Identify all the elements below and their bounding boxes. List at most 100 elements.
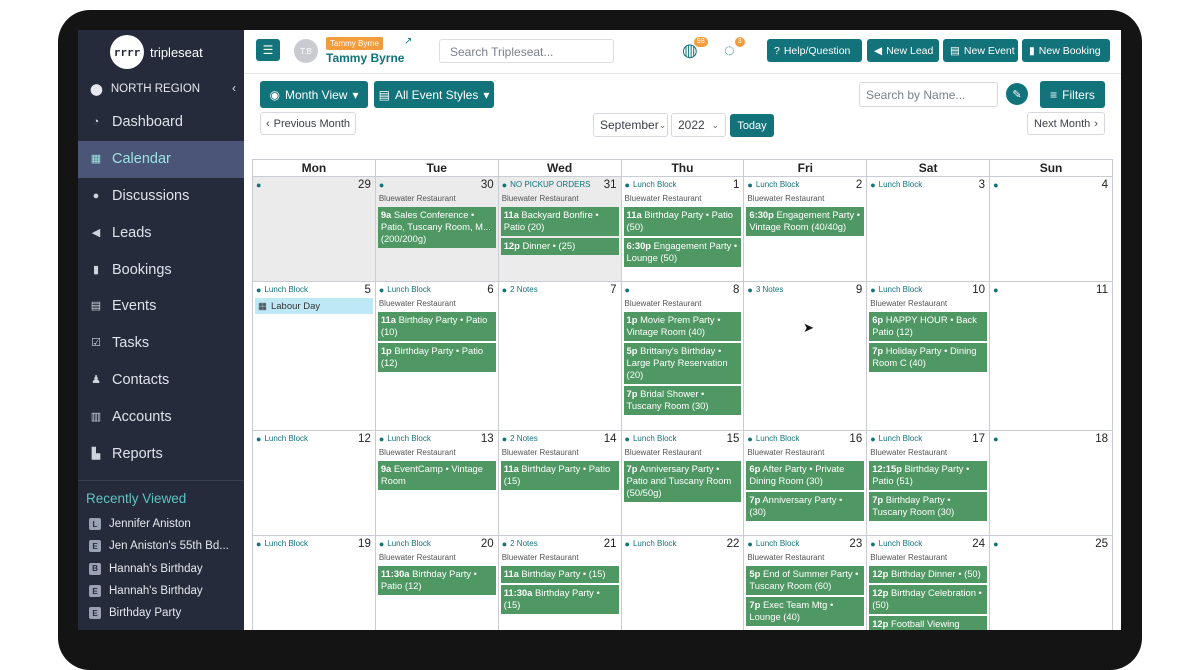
day-number[interactable]: 13 xyxy=(481,433,494,445)
sidebar-item-bookings[interactable]: ▮ Bookings xyxy=(78,251,244,288)
day-number[interactable]: 24 xyxy=(972,538,985,550)
day-note-link[interactable]: 2 Notes xyxy=(510,285,538,294)
sidebar-item-calendar[interactable]: ▦ Calendar xyxy=(78,140,244,178)
day-number[interactable]: 25 xyxy=(1095,538,1108,550)
day-note-link[interactable]: Lunch Block xyxy=(633,539,677,548)
event-card[interactable]: 12p Birthday Dinner • (50) xyxy=(869,566,988,583)
day-number[interactable]: 5 xyxy=(364,284,370,296)
calendar-day[interactable]: ● Lunch Block 16 Bluewater Restaurant 6p Aft… xyxy=(743,430,868,536)
help-button[interactable]: ? Help/Question xyxy=(767,39,862,62)
new-event-button[interactable]: ▤ New Event xyxy=(943,39,1018,62)
event-card[interactable]: 11:30a Birthday Party • Patio (12) xyxy=(377,566,496,595)
day-number[interactable]: 22 xyxy=(727,538,740,550)
day-number[interactable]: 19 xyxy=(358,538,371,550)
event-card[interactable]: 11a Backyard Bonfire • Patio (20) xyxy=(500,207,619,236)
sidebar-item-dashboard[interactable]: ◔ Dashboard xyxy=(78,104,244,141)
day-number[interactable]: 9 xyxy=(856,284,862,296)
event-card[interactable]: 11a Birthday Party • Patio (50) xyxy=(623,207,742,236)
day-number[interactable]: 7 xyxy=(610,284,616,296)
day-note-link[interactable]: Lunch Block xyxy=(264,539,308,548)
event-card[interactable]: 7p Bridal Shower • Tuscany Room (30) xyxy=(623,386,742,415)
avatar[interactable]: T.B xyxy=(294,39,318,63)
recent-item[interactable]: B Hannah's Birthday xyxy=(78,558,244,580)
sidebar-item-leads[interactable]: ◀ Leads xyxy=(78,214,244,251)
event-card[interactable]: 6p After Party • Private Dining Room (30… xyxy=(746,461,865,490)
day-note-link[interactable]: Lunch Block xyxy=(387,434,431,443)
event-card[interactable]: 1p Movie Prem Party • Vintage Room (40) xyxy=(623,312,742,341)
day-number[interactable]: 15 xyxy=(727,433,740,445)
event-styles-dropdown[interactable]: ▤ All Event Styles ▾ xyxy=(374,81,494,108)
calendar-day[interactable]: ● 8 Bluewater Restaurant 1p Movie Prem Part… xyxy=(620,281,745,431)
day-note-link[interactable]: Lunch Block xyxy=(879,285,923,294)
filters-button[interactable]: ≡ Filters xyxy=(1040,81,1105,108)
day-number[interactable]: 6 xyxy=(487,284,493,296)
day-number[interactable]: 16 xyxy=(849,433,862,445)
day-number[interactable]: 31 xyxy=(604,179,617,191)
note-bubble-icon[interactable]: ● xyxy=(379,180,384,190)
calendar-day[interactable]: ● 4 xyxy=(989,176,1113,282)
day-note-link[interactable]: Lunch Block xyxy=(756,434,800,443)
note-bubble-icon[interactable]: ● xyxy=(379,285,384,295)
note-bubble-icon[interactable]: ● xyxy=(379,539,384,549)
pencil-edit-icon[interactable]: ✎ xyxy=(1006,83,1028,105)
new-lead-button[interactable]: ◀ New Lead xyxy=(867,39,939,62)
event-card[interactable]: 5p End of Summer Party • Tuscany Room (6… xyxy=(746,566,865,595)
day-note-link[interactable]: Lunch Block xyxy=(756,539,800,548)
new-booking-button[interactable]: ▮ New Booking xyxy=(1022,39,1110,62)
day-number[interactable]: 21 xyxy=(604,538,617,550)
event-card[interactable]: 12:15p Birthday Party • Patio (51) xyxy=(869,461,988,490)
recent-item[interactable]: L Jennifer Aniston xyxy=(78,513,244,535)
note-bubble-icon[interactable]: ● xyxy=(625,434,630,444)
note-bubble-icon[interactable]: ● xyxy=(993,285,998,295)
globe-notifications-icon[interactable]: ◍ 98 xyxy=(682,37,708,61)
calendar-day[interactable]: ● Lunch Block 6 Bluewater Restaurant 11a Bir… xyxy=(374,281,499,431)
day-note-link[interactable]: Lunch Block xyxy=(633,434,677,443)
calendar-day[interactable]: ● Lunch Block 20 Bluewater Restaurant 11:30a… xyxy=(374,535,499,630)
calendar-day[interactable]: ● Lunch Block 17 Bluewater Restaurant 12:15p… xyxy=(866,430,991,536)
note-bubble-icon[interactable]: ● xyxy=(256,434,261,444)
event-card[interactable]: 6p HAPPY HOUR • Back Patio (12) xyxy=(869,312,988,341)
note-bubble-icon[interactable]: ● xyxy=(870,539,875,549)
day-note-link[interactable]: 3 Notes xyxy=(756,285,784,294)
day-note-link[interactable]: 2 Notes xyxy=(510,539,538,548)
day-note-link[interactable]: Lunch Block xyxy=(756,180,800,189)
global-search-input[interactable]: Search Tripleseat... xyxy=(439,39,614,63)
calendar-day[interactable]: ● 25 xyxy=(989,535,1113,630)
calendar-day[interactable]: ● 3 Notes 9 xyxy=(743,281,868,431)
day-note-link[interactable]: Lunch Block xyxy=(879,539,923,548)
note-bubble-icon[interactable]: ● xyxy=(747,434,752,444)
region-selector[interactable]: ⬤ NORTH REGION ‹ xyxy=(78,74,244,104)
event-card[interactable]: 9a EventCamp • Vintage Room xyxy=(377,461,496,490)
chevron-left-icon[interactable]: ‹ xyxy=(232,83,236,95)
day-note-link[interactable]: Lunch Block xyxy=(264,434,308,443)
calendar-day[interactable]: ● 2 Notes 7 xyxy=(497,281,622,431)
event-card[interactable]: 7p Exec Team Mtg • Lounge (40) xyxy=(746,597,865,626)
user-badge[interactable]: Tammy Byrne xyxy=(326,37,383,50)
day-note-link[interactable]: NO PICKUP ORDERS xyxy=(510,180,590,189)
calendar-day[interactable]: ● Lunch Block 2 Bluewater Restaurant 6:30p E… xyxy=(743,176,868,282)
event-card[interactable]: 12p Birthday Celebration • (50) xyxy=(869,585,988,614)
calendar-day[interactable]: ● 18 xyxy=(989,430,1113,536)
day-note-link[interactable]: Lunch Block xyxy=(633,180,677,189)
calendar-day[interactable]: ● NO PICKUP ORDERS 31 Bluewater Restaurant 1… xyxy=(497,176,622,282)
month-select[interactable]: September ⌄ xyxy=(593,113,668,137)
note-bubble-icon[interactable]: ● xyxy=(870,180,875,190)
sidebar-item-contacts[interactable]: ♟ Contacts xyxy=(78,362,244,399)
calendar-day[interactable]: ● Lunch Block 1 Bluewater Restaurant 11a Bir… xyxy=(620,176,745,282)
note-bubble-icon[interactable]: ● xyxy=(870,285,875,295)
event-card[interactable]: 7p Birthday Party • Tuscany Room (30) xyxy=(869,492,988,521)
note-bubble-icon[interactable]: ● xyxy=(870,434,875,444)
note-bubble-icon[interactable]: ● xyxy=(625,180,630,190)
event-card[interactable]: 12p Dinner • (25) xyxy=(500,238,619,255)
note-bubble-icon[interactable]: ● xyxy=(502,285,507,295)
calendar-day[interactable]: ● Lunch Block 3 xyxy=(866,176,991,282)
menu-toggle-button[interactable]: ☰ xyxy=(256,39,280,61)
event-card[interactable]: 5p Brittany's Birthday • Large Party Res… xyxy=(623,343,742,384)
sidebar-item-reports[interactable]: ▙ Reports xyxy=(78,435,244,472)
external-link-icon[interactable]: ↗ xyxy=(404,36,412,47)
next-month-button[interactable]: Next Month › xyxy=(1027,112,1105,135)
logo[interactable]: rrrr tripleseat xyxy=(78,30,244,74)
user-name[interactable]: Tammy Byrne xyxy=(326,51,404,65)
day-number[interactable]: 18 xyxy=(1095,433,1108,445)
day-number[interactable]: 14 xyxy=(604,433,617,445)
